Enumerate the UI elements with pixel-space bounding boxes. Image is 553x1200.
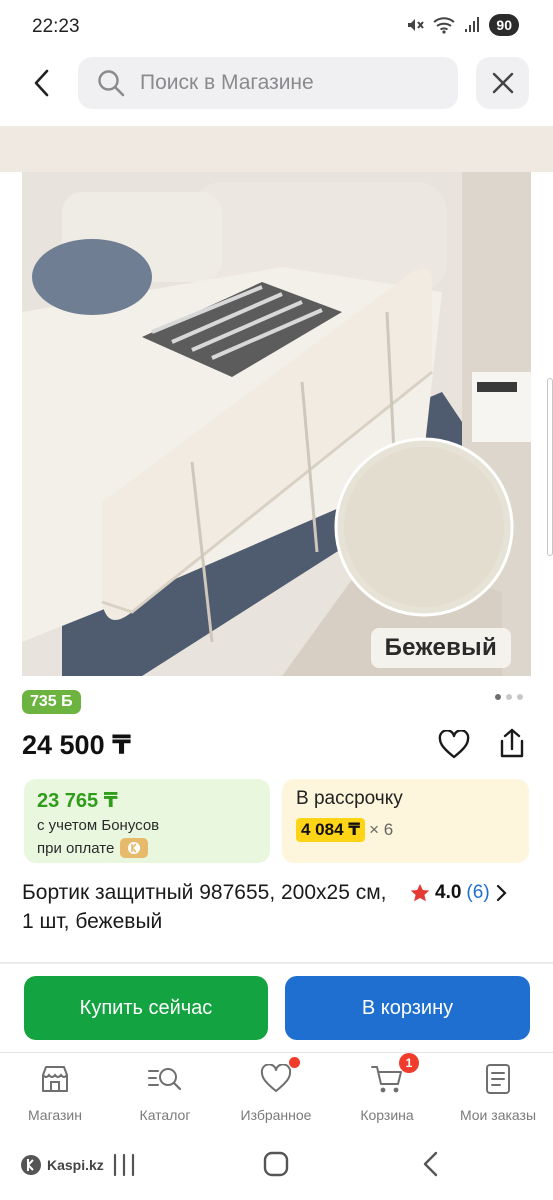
brand-watermark: Kaspi.kz bbox=[20, 1154, 104, 1176]
status-time: 22:23 bbox=[32, 16, 80, 37]
pagination-dot[interactable] bbox=[506, 694, 512, 700]
search-box[interactable] bbox=[78, 57, 458, 109]
orders-icon bbox=[480, 1061, 516, 1097]
nav-label: Мои заказы bbox=[459, 1107, 537, 1123]
product-card: Бежевый 735 Б 24 500 ₸ 23 765 ₸ с учетом… bbox=[0, 172, 553, 962]
rating-count[interactable]: (6) bbox=[466, 882, 489, 904]
notification-dot bbox=[289, 1057, 300, 1068]
status-icons: 90 bbox=[405, 14, 519, 36]
bonus-note-text: при оплате bbox=[37, 839, 115, 857]
search-icon bbox=[98, 70, 125, 97]
nav-item-favorites[interactable]: Избранное bbox=[221, 1057, 331, 1123]
catalog-search-icon bbox=[147, 1061, 183, 1097]
recent-apps-button[interactable] bbox=[112, 1151, 136, 1184]
bonus-price-card[interactable]: 23 765 ₸ с учетом Бонусов при оплате bbox=[24, 779, 270, 863]
bonus-note-line1: с учетом Бонусов bbox=[37, 817, 257, 834]
nav-label: Избранное bbox=[240, 1107, 312, 1123]
nav-item-cart[interactable]: 1 Корзина bbox=[332, 1053, 442, 1123]
status-bar: 22:23 90 bbox=[0, 0, 553, 52]
product-image bbox=[22, 172, 531, 676]
brand-text: Kaspi.kz bbox=[47, 1157, 104, 1173]
bonus-price: 23 765 ₸ bbox=[37, 790, 118, 812]
store-icon bbox=[37, 1061, 73, 1097]
heart-icon bbox=[258, 1057, 300, 1097]
back-button[interactable] bbox=[22, 60, 62, 106]
nav-label: Корзина bbox=[360, 1107, 414, 1123]
installment-row: 4 084 ₸ × 6 bbox=[296, 818, 515, 842]
system-nav-bar: Kaspi.kz bbox=[0, 1134, 553, 1200]
pagination-dot[interactable] bbox=[517, 694, 523, 700]
recent-apps-icon bbox=[113, 1153, 135, 1177]
home-icon bbox=[263, 1151, 289, 1177]
home-button[interactable] bbox=[262, 1150, 290, 1183]
chevron-right-icon bbox=[496, 884, 507, 902]
rating-value: 4.0 bbox=[435, 882, 462, 903]
gallery-pagination[interactable] bbox=[495, 694, 523, 700]
signal-icon bbox=[465, 17, 480, 32]
installment-card[interactable]: В рассрочку 4 084 ₸ × 6 bbox=[282, 779, 529, 863]
chevron-left-icon bbox=[34, 69, 49, 97]
bonus-note-text: с учетом Бонусов bbox=[37, 817, 160, 834]
system-back-button[interactable] bbox=[420, 1150, 442, 1183]
search-input[interactable] bbox=[140, 71, 430, 95]
bonus-note-line2: при оплате bbox=[37, 838, 257, 858]
product-title: Бортик защитный 987655, 200x25 см, 1 шт,… bbox=[22, 881, 387, 933]
wifi-icon bbox=[433, 17, 456, 34]
close-button[interactable] bbox=[476, 57, 529, 109]
nav-item-catalog[interactable]: Каталог bbox=[110, 1061, 220, 1123]
share-icon bbox=[500, 728, 524, 758]
nav-item-orders[interactable]: Мои заказы bbox=[443, 1061, 553, 1123]
battery-badge: 90 bbox=[489, 14, 519, 36]
kaspi-pay-icon bbox=[120, 838, 149, 858]
bottom-nav: Магазин Каталог Избранное 1 Корзина Мои … bbox=[0, 1052, 553, 1134]
buy-now-button[interactable]: Купить сейчас bbox=[24, 976, 268, 1040]
heart-icon bbox=[438, 730, 470, 759]
nav-item-store[interactable]: Магазин bbox=[0, 1061, 110, 1123]
installment-amount: 4 084 ₸ bbox=[296, 818, 366, 842]
share-button[interactable] bbox=[494, 725, 530, 763]
cart-badge: 1 bbox=[399, 1053, 419, 1073]
product-rating[interactable]: 4.0 (6) bbox=[410, 882, 507, 904]
star-icon bbox=[410, 884, 430, 902]
back-arrow-icon bbox=[423, 1151, 438, 1177]
kaspi-logo-icon bbox=[21, 1155, 41, 1175]
installment-label: В рассрочку bbox=[296, 788, 403, 809]
installment-months: × 6 bbox=[369, 820, 394, 839]
close-icon bbox=[492, 72, 513, 94]
color-tag: Бежевый bbox=[370, 628, 511, 668]
divider bbox=[0, 962, 553, 964]
nav-label: Каталог bbox=[139, 1107, 191, 1123]
favorite-button[interactable] bbox=[436, 727, 472, 763]
scroll-thumb[interactable] bbox=[547, 378, 553, 556]
cart-icon: 1 bbox=[369, 1053, 419, 1097]
bonus-badge: 735 Б bbox=[22, 690, 81, 714]
pagination-dot[interactable] bbox=[495, 694, 501, 700]
mute-icon bbox=[408, 19, 425, 31]
product-price: 24 500 ₸ bbox=[22, 730, 131, 760]
search-header bbox=[0, 52, 553, 126]
product-image-gallery[interactable]: Бежевый bbox=[22, 172, 531, 676]
nav-label: Магазин bbox=[27, 1107, 82, 1123]
top-strip bbox=[0, 126, 553, 172]
add-to-cart-button[interactable]: В корзину bbox=[285, 976, 530, 1040]
